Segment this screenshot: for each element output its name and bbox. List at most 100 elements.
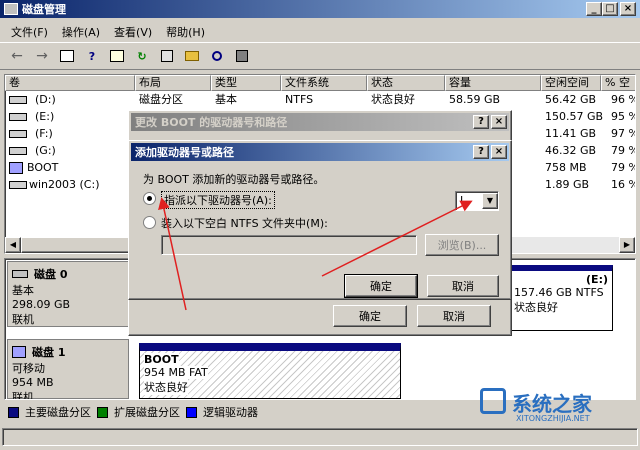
volume-name: BOOT (27, 161, 59, 174)
folder-path-input[interactable] (161, 235, 417, 255)
volume-percent: 79 % (611, 144, 635, 157)
inner-cancel-button[interactable]: 取消 (427, 275, 499, 297)
disk-label: 磁盘 0 (34, 268, 68, 281)
outer-dialog-title: 更改 BOOT 的驱动器号和路径 (135, 116, 288, 129)
drive-letter-select[interactable]: I ▼ (455, 191, 499, 211)
partition-name: BOOT (144, 353, 179, 366)
radio-drive-letter-label[interactable]: 指派以下驱动器号(A): (161, 191, 275, 209)
col-free[interactable]: 空闲空间 (541, 75, 601, 91)
outer-dialog-title-bar: 更改 BOOT 的驱动器号和路径 (131, 113, 509, 131)
partition-status: 状态良好 (144, 379, 188, 395)
legend-logical: 逻辑驱动器 (203, 406, 258, 419)
col-status[interactable]: 状态 (367, 75, 445, 91)
menu-help[interactable]: 帮助(H) (159, 22, 212, 42)
radio-ntfs-folder-label[interactable]: 装入以下空白 NTFS 文件夹中(M): (161, 215, 328, 231)
volume-free: 150.57 GB (545, 110, 604, 123)
volume-status: 状态良好 (371, 93, 415, 106)
col-volume[interactable]: 卷 (5, 75, 135, 91)
drive-icon (9, 147, 27, 155)
forward-arrow-icon[interactable]: → (31, 45, 53, 67)
watermark: 系统之家 XITONGZHIJIA.NET (476, 384, 636, 428)
menu-bar: 文件(F) 操作(A) 查看(V) 帮助(H) (4, 22, 212, 42)
show-tree-icon[interactable] (56, 45, 78, 67)
radio-ntfs-folder[interactable] (143, 216, 156, 229)
help-icon[interactable]: ? (81, 45, 103, 67)
volume-layout: 磁盘分区 (139, 93, 183, 106)
legend-primary: 主要磁盘分区 (25, 406, 91, 419)
inner-close-button[interactable]: × (491, 145, 507, 159)
outer-cancel-button[interactable]: 取消 (417, 305, 491, 327)
legend-extended: 扩展磁盘分区 (114, 406, 180, 419)
inner-ok-button[interactable]: 确定 (344, 274, 418, 298)
menu-action[interactable]: 操作(A) (55, 22, 107, 42)
radio-drive-letter[interactable] (143, 192, 156, 205)
outer-close-button[interactable]: × (491, 115, 507, 129)
volume-name: (E:) (35, 110, 55, 123)
volume-free: 758 MB (545, 161, 587, 174)
back-arrow-icon[interactable]: ← (6, 45, 28, 67)
legend-primary-swatch (8, 406, 19, 418)
scroll-right-arrow-icon[interactable]: ▶ (619, 237, 635, 253)
scroll-left-arrow-icon[interactable]: ◀ (5, 237, 21, 253)
maximize-button[interactable]: □ (602, 2, 618, 16)
disk1-label-box[interactable]: 磁盘 1 可移动 954 MB 联机 (7, 339, 129, 399)
inner-help-button[interactable]: ? (473, 145, 489, 159)
partition-info: 157.46 GB NTFS (514, 286, 604, 299)
rescan-icon[interactable] (156, 45, 178, 67)
partition-status: 状态良好 (514, 301, 558, 314)
volume-percent: 96 % (611, 93, 635, 106)
disk-type: 基本 (12, 284, 34, 297)
menu-view[interactable]: 查看(V) (107, 22, 159, 42)
settings-icon[interactable] (231, 45, 253, 67)
col-percent[interactable]: % 空 (601, 75, 635, 91)
volume-name: win2003 (C:) (29, 178, 100, 191)
volume-capacity: 58.59 GB (449, 93, 501, 106)
inner-dialog-title: 添加驱动器号或路径 (135, 146, 234, 159)
legend-logical-swatch (186, 406, 197, 418)
close-button[interactable]: × (620, 2, 636, 16)
disk1-partition-boot[interactable]: BOOT 954 MB FAT 状态良好 (139, 343, 401, 399)
window-title: 磁盘管理 (22, 3, 66, 16)
status-bar (2, 428, 638, 446)
house-logo-icon (480, 388, 506, 414)
minimize-button[interactable]: _ (586, 2, 602, 16)
volume-percent: 16 % (611, 178, 635, 191)
disk-app-icon (4, 3, 18, 15)
inner-dialog-title-bar: 添加驱动器号或路径 (131, 143, 509, 161)
watermark-url: XITONGZHIJIA.NET (516, 414, 590, 423)
col-layout[interactable]: 布局 (135, 75, 211, 91)
disk-state: 联机 (12, 313, 34, 326)
col-filesystem[interactable]: 文件系统 (281, 75, 367, 91)
table-row[interactable]: (D:) 磁盘分区 基本 NTFS 状态良好 58.59 GB 56.42 GB… (5, 92, 635, 108)
volume-type: 基本 (215, 93, 237, 106)
drive-icon (9, 96, 27, 104)
col-capacity[interactable]: 容量 (445, 75, 541, 91)
instruction-text: 为 BOOT 添加新的驱动器号或路径。 (143, 173, 325, 186)
volume-name: (G:) (35, 144, 56, 157)
folder-icon[interactable] (181, 45, 203, 67)
outer-ok-button[interactable]: 确定 (333, 305, 407, 327)
disk0-partition-e[interactable]: (E:) 157.46 GB NTFS 状态良好 (509, 265, 613, 331)
legend-extended-swatch (97, 406, 108, 418)
volume-free: 11.41 GB (545, 127, 597, 140)
drive-icon (9, 113, 27, 121)
partition-name: (E:) (586, 273, 608, 286)
toolbar: ← → ? ↻ (0, 42, 640, 70)
search-icon[interactable] (206, 45, 228, 67)
col-type[interactable]: 类型 (211, 75, 281, 91)
menu-file[interactable]: 文件(F) (4, 22, 55, 42)
disk0-label-box[interactable]: 磁盘 0 基本 298.09 GB 联机 (7, 261, 129, 327)
refresh-icon[interactable]: ↻ (131, 45, 153, 67)
volume-free: 46.32 GB (545, 144, 597, 157)
volume-free: 1.89 GB (545, 178, 590, 191)
drive-icon (9, 181, 27, 189)
volume-fs: NTFS (285, 93, 314, 106)
chevron-down-icon[interactable]: ▼ (482, 193, 498, 209)
legend-bar: 主要磁盘分区 扩展磁盘分区 逻辑驱动器 (8, 404, 258, 420)
outer-help-button[interactable]: ? (473, 115, 489, 129)
volume-free: 56.42 GB (545, 93, 597, 106)
browse-button[interactable]: 浏览(B)... (425, 234, 499, 256)
drive-letter-value: I (460, 194, 464, 207)
disk-icon (12, 270, 28, 278)
properties-icon[interactable] (106, 45, 128, 67)
